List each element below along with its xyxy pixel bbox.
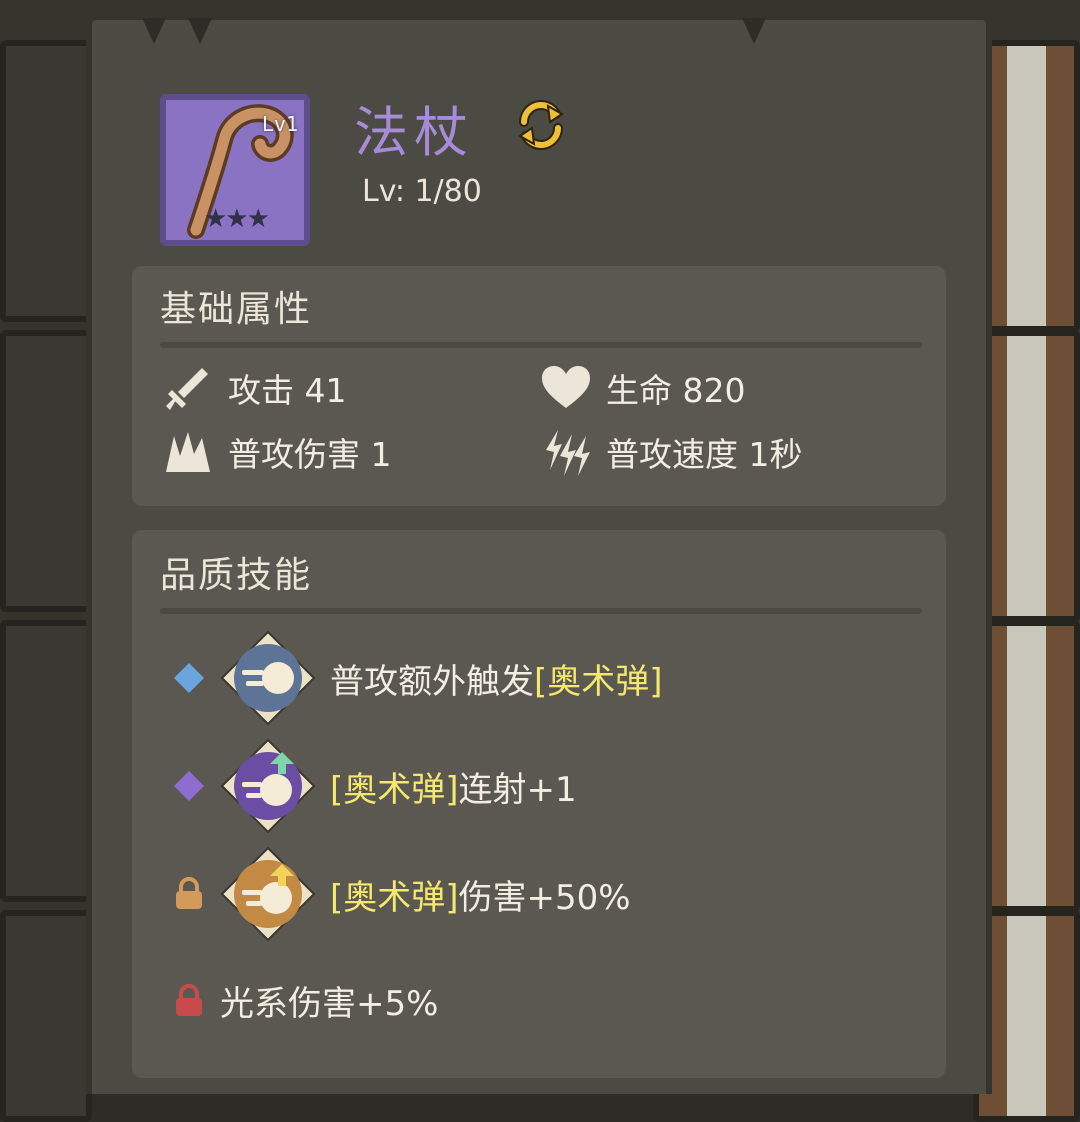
- speed-icon: [546, 430, 590, 476]
- skill-text: 光系伤害+5%: [220, 984, 439, 1024]
- lock-icon: [172, 983, 206, 1018]
- arcane-bolt-skill-icon: [220, 630, 316, 726]
- attack-speed-value: 普攻速度 1秒: [606, 435, 803, 474]
- board-tile: [0, 620, 92, 902]
- divider: [160, 608, 922, 614]
- purple-diamond-icon: [172, 769, 206, 803]
- item-name: 法杖: [354, 101, 474, 164]
- skill-text: [奥术弹]连射+1: [330, 769, 577, 810]
- skill-text: [奥术弹]伤害+50%: [330, 877, 631, 918]
- sword-icon: [166, 368, 208, 410]
- panel-notch: [742, 18, 766, 44]
- blue-diamond-icon: [172, 661, 206, 695]
- attack-speed-stat: 普攻速度 1秒: [540, 426, 803, 478]
- claw-icon: [166, 432, 210, 472]
- board-tile: [0, 910, 92, 1122]
- attack-value: 攻击 41: [228, 371, 347, 410]
- board-tile: [0, 330, 92, 612]
- arcane-bolt-multishot-skill-icon: [220, 738, 316, 834]
- arcane-bolt-damage-skill-icon: [220, 846, 316, 942]
- heart-icon: [542, 366, 590, 408]
- board-tile: [0, 40, 92, 322]
- level-tag: Lv1: [261, 112, 298, 136]
- normal-damage-stat: 普攻伤害 1: [162, 426, 392, 478]
- hp-value: 生命 820: [606, 371, 746, 410]
- item-level: Lv: 1/80: [362, 174, 482, 209]
- item-detail-popup: Lv1 ★★★ 法杖 Lv: 1/80 基础属性 攻击 41 生命 820 普攻…: [86, 14, 992, 1094]
- attack-stat: 攻击 41: [162, 362, 346, 414]
- skill-row[interactable]: 普攻额外触发[奥术弹]: [172, 630, 663, 726]
- section-title: 品质技能: [160, 555, 313, 596]
- hp-stat: 生命 820: [540, 362, 745, 414]
- panel-notch: [142, 18, 166, 44]
- skill-row[interactable]: 光系伤害+5%: [172, 976, 438, 1025]
- star-rating: ★★★: [204, 204, 270, 234]
- skill-row[interactable]: [奥术弹]伤害+50%: [172, 846, 631, 942]
- quality-skills-box: 品质技能 普攻额外触发[奥术弹] [奥术弹]连射+1 [奥术弹]伤害+50% 光…: [132, 530, 946, 1078]
- basic-attributes-box: 基础属性 攻击 41 生命 820 普攻伤害 1 普攻速度 1秒: [132, 266, 946, 506]
- skill-row[interactable]: [奥术弹]连射+1: [172, 738, 577, 834]
- divider: [160, 342, 922, 348]
- section-title: 基础属性: [160, 289, 313, 330]
- skill-text: 普攻额外触发[奥术弹]: [330, 661, 663, 702]
- normal-damage-value: 普攻伤害 1: [228, 435, 392, 474]
- staff-item-icon[interactable]: Lv1 ★★★: [160, 94, 310, 246]
- swap-icon[interactable]: [512, 96, 570, 154]
- lock-icon: [172, 877, 206, 911]
- panel-notch: [188, 18, 212, 44]
